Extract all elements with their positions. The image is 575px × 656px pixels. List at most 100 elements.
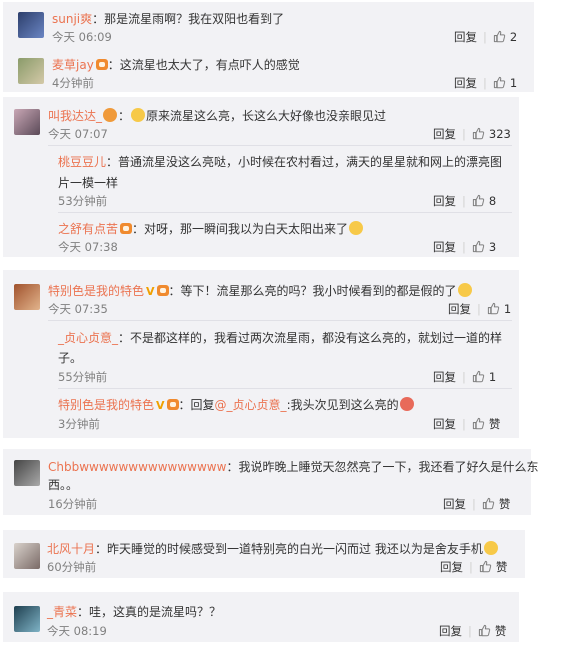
reply-text-continued: 子。 xyxy=(58,351,83,365)
like-count: 1 xyxy=(503,302,512,316)
comment-text: 叫我达达_：原来流星这么亮，长这么大好像也没亲眼见过 xyxy=(48,108,387,123)
reply-text: 之舒有点苦 ：对呀，那一瞬间我以为白天太阳出来了 xyxy=(58,220,364,237)
timestamp: 今天 06:09 xyxy=(52,30,112,44)
like-label: 赞 xyxy=(495,560,508,574)
avatar[interactable] xyxy=(18,12,44,38)
reply-actions: 回复 | 1 xyxy=(433,369,497,385)
like-button[interactable] xyxy=(493,30,506,44)
divider xyxy=(58,212,512,213)
comment-text: 麦草jay ：这流星也太大了，有点吓人的感觉 xyxy=(52,58,300,72)
user-name[interactable]: _青菜 xyxy=(47,605,77,619)
like-button[interactable] xyxy=(472,127,485,141)
timestamp: 55分钟前 xyxy=(58,370,108,384)
reply-button[interactable]: 回复 xyxy=(433,416,456,432)
thumbs-up-icon xyxy=(472,127,485,140)
comment-text: 特别色是我的特色 V ：等下！流星那么亮的吗？我小时候看到的都是假的了 xyxy=(48,282,473,299)
like-count: 323 xyxy=(488,127,511,141)
thumbs-up-icon xyxy=(487,302,500,315)
reply-button[interactable]: 回复 xyxy=(433,369,456,385)
like-button[interactable] xyxy=(472,417,485,431)
like-button[interactable] xyxy=(472,194,485,208)
like-button[interactable] xyxy=(479,560,492,574)
reply-button[interactable]: 回复 xyxy=(443,496,466,512)
reply-button[interactable]: 回复 xyxy=(433,126,456,142)
avatar[interactable] xyxy=(14,606,40,632)
comment-text: Chbbwwwwwwwwwwwwwww：我说昨晚上睡觉天忽然亮了一下，我还看了好… xyxy=(48,460,539,474)
thumbs-up-icon xyxy=(482,497,495,510)
like-label: 赞 xyxy=(498,497,511,511)
timestamp: 16分钟前 xyxy=(48,497,98,511)
timestamp: 今天 08:19 xyxy=(47,624,107,638)
reply-text: 特别色是我的特色 V ：回复@_贞心贞意_:我头次见到这么亮的 xyxy=(58,396,415,413)
like-count: 8 xyxy=(488,194,497,208)
like-button[interactable] xyxy=(482,497,495,511)
reply-text: _贞心贞意_：不是都这样的，我看过两次流星雨，都没有这么亮的，就划过一道的样 xyxy=(58,331,503,345)
fire-emoji-icon xyxy=(103,108,118,122)
thumbs-up-icon xyxy=(472,417,485,430)
avatar[interactable] xyxy=(14,284,40,310)
reply-button[interactable]: 回复 xyxy=(439,623,462,639)
like-count: 2 xyxy=(509,30,518,44)
timestamp: 今天 07:07 xyxy=(48,127,108,141)
member-badge-icon xyxy=(156,285,169,296)
avatar[interactable] xyxy=(14,460,40,486)
comment-actions: 回复 | 1 xyxy=(448,301,512,317)
user-name[interactable]: 叫我达达_ xyxy=(48,109,102,123)
timestamp: 3分钟前 xyxy=(58,417,100,431)
member-badge-icon xyxy=(120,223,133,234)
laughing-emoji-icon xyxy=(349,221,364,235)
divider xyxy=(48,145,512,146)
thumbs-up-icon xyxy=(493,76,506,89)
like-button[interactable] xyxy=(472,370,485,384)
user-name[interactable]: 之舒有点苦 xyxy=(58,222,118,236)
thumbs-up-icon xyxy=(478,624,491,637)
user-name[interactable]: 特别色是我的特色 xyxy=(58,398,154,412)
timestamp: 今天 07:35 xyxy=(48,302,108,316)
avatar[interactable] xyxy=(14,109,40,135)
comment-text: 北风十月：昨天睡觉的时候感受到一道特别亮的白光一闪而过 我还以为是舍友手机 xyxy=(47,540,499,557)
comment-text: _青菜：哇，这真的是流星吗？？ xyxy=(47,605,222,619)
user-name[interactable]: 麦草jay xyxy=(52,58,94,72)
comment-actions: 回复 | 1 xyxy=(454,75,518,91)
reply-button[interactable]: 回复 xyxy=(454,75,477,91)
thumbs-up-icon xyxy=(493,30,506,43)
reply-button[interactable]: 回复 xyxy=(433,193,456,209)
like-button[interactable] xyxy=(487,302,500,316)
reply-button[interactable]: 回复 xyxy=(433,239,456,255)
verified-v-icon: V xyxy=(156,399,165,412)
mention-link[interactable]: @_贞心贞意_ xyxy=(215,398,287,412)
thumbs-up-icon xyxy=(472,194,485,207)
comment-actions: 回复 | 323 xyxy=(433,126,511,142)
comment-text-continued: 西。。 xyxy=(48,478,79,492)
divider xyxy=(48,320,512,321)
comment-actions: 回复 | 赞 xyxy=(443,496,511,512)
reply-button[interactable]: 回复 xyxy=(448,301,471,317)
divider xyxy=(58,388,512,389)
reply-actions: 回复 | 8 xyxy=(433,193,497,209)
reply-button[interactable]: 回复 xyxy=(454,29,477,45)
user-name[interactable]: sunji爽 xyxy=(52,12,92,26)
like-button[interactable] xyxy=(493,76,506,90)
smile-emoji-icon xyxy=(457,283,472,297)
reply-button[interactable]: 回复 xyxy=(440,559,463,575)
user-name[interactable]: 北风十月 xyxy=(47,542,95,556)
crying-laugh-emoji-icon xyxy=(483,541,498,555)
avatar[interactable] xyxy=(14,543,40,569)
user-name[interactable]: _贞心贞意_ xyxy=(58,331,118,345)
avatar[interactable] xyxy=(18,58,44,84)
like-button[interactable] xyxy=(472,240,485,254)
like-label: 赞 xyxy=(494,624,507,638)
user-name[interactable]: Chbbwwwwwwwwwwwwwww xyxy=(48,460,226,474)
like-count: 1 xyxy=(488,370,497,384)
timestamp: 4分钟前 xyxy=(52,76,94,90)
reply-actions: 回复 | 赞 xyxy=(433,416,501,432)
reply-actions: 回复 | 3 xyxy=(433,239,497,255)
user-name[interactable]: 桃豆豆儿 xyxy=(58,155,106,169)
like-count: 3 xyxy=(488,240,497,254)
timestamp: 53分钟前 xyxy=(58,194,108,208)
user-name[interactable]: 特别色是我的特色 xyxy=(48,284,144,298)
reply-text: 桃豆豆儿：普通流星没这么亮哒，小时候在农村看过，满天的星星就和网上的漂亮图 xyxy=(58,155,503,169)
like-button[interactable] xyxy=(478,624,491,638)
comment-actions: 回复 | 2 xyxy=(454,29,518,45)
comment-text: sunji爽：那是流星雨啊？我在双阳也看到了 xyxy=(52,12,285,26)
